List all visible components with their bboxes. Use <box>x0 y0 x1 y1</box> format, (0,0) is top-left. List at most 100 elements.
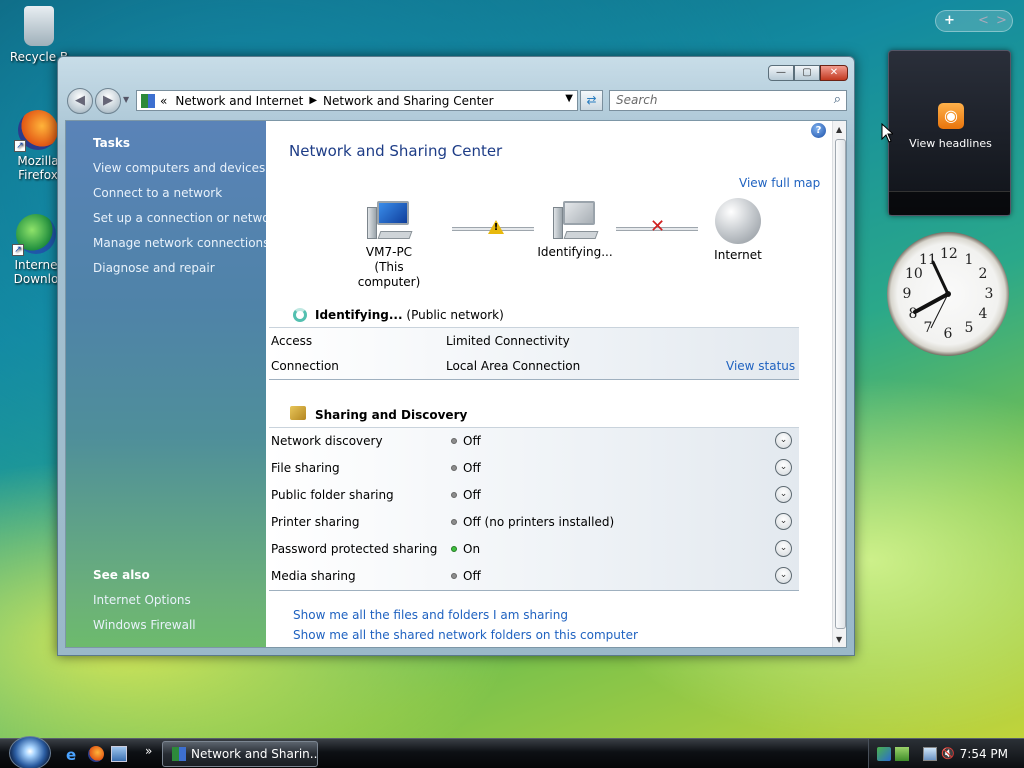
sharing-row-file-sharing[interactable]: File sharing Off ⌄ <box>269 455 799 481</box>
disconnected-x-icon[interactable]: ✕ <box>650 216 665 237</box>
sidebar-prev-button[interactable]: < <box>978 13 989 28</box>
task-pane: Tasks View computers and devices Connect… <box>66 121 281 647</box>
status-off-icon <box>451 519 457 525</box>
back-button[interactable]: ◀ <box>67 88 93 114</box>
sharing-row-network-discovery[interactable]: Network discovery Off ⌄ <box>269 428 799 454</box>
sharing-row-public-folder[interactable]: Public folder sharing Off ⌄ <box>269 482 799 508</box>
start-button[interactable] <box>9 736 51 768</box>
address-bar[interactable]: « Network and Internet ▶ Network and Sha… <box>136 90 578 111</box>
window-controls: — ▢ ✕ <box>768 65 848 81</box>
task-manage-connections[interactable]: Manage network connections <box>93 236 269 250</box>
access-label: Access <box>271 334 313 348</box>
close-button[interactable]: ✕ <box>820 65 848 81</box>
expand-network-discovery-button[interactable]: ⌄ <box>775 432 792 449</box>
page-title: Network and Sharing Center <box>289 142 503 160</box>
status-off-icon <box>451 465 457 471</box>
taskbar: e » Network and Sharin... 🔇 7:54 PM <box>0 736 1024 768</box>
forward-button[interactable]: ▶ <box>95 88 121 114</box>
expand-public-folder-button[interactable]: ⌄ <box>775 486 792 503</box>
internet-label: Internet <box>714 248 762 262</box>
network-type: (Public network) <box>406 308 504 322</box>
scroll-thumb[interactable] <box>835 139 846 629</box>
status-on-icon <box>451 546 457 552</box>
see-also-header: See also <box>93 568 150 582</box>
feed-headlines-gadget[interactable]: ◉ View headlines <box>888 50 1011 216</box>
main-content: ? Network and Sharing Center View full m… <box>266 121 832 647</box>
recent-pages-dropdown[interactable]: ▼ <box>123 95 129 104</box>
taskbar-network-sharing-button[interactable]: Network and Sharin... <box>162 741 318 767</box>
tray-clock[interactable]: 7:54 PM <box>960 747 1008 761</box>
map-node-computer[interactable]: VM7-PC (This computer) <box>344 201 434 290</box>
gadget-footer <box>889 191 1010 215</box>
network-name-status: Identifying... <box>315 308 403 322</box>
breadcrumb-overflow[interactable]: « <box>160 94 167 108</box>
sidebar-controls: + < > <box>935 10 1013 32</box>
expand-file-sharing-button[interactable]: ⌄ <box>775 459 792 476</box>
search-icon[interactable]: ⌕ <box>834 92 841 107</box>
view-full-map-link[interactable]: View full map <box>739 176 820 190</box>
view-status-link[interactable]: View status <box>726 359 795 373</box>
firefox-quicklaunch-icon[interactable] <box>88 746 104 762</box>
network-status-title: Identifying... (Public network) <box>315 308 504 322</box>
sharing-discovery-title: Sharing and Discovery <box>315 408 468 422</box>
refresh-button[interactable]: ⇄ <box>580 90 603 111</box>
quicklaunch-overflow[interactable]: » <box>145 744 152 758</box>
scroll-down-icon[interactable]: ▼ <box>836 635 842 644</box>
show-shared-files-link[interactable]: Show me all the files and folders I am s… <box>293 608 568 622</box>
search-placeholder: Search <box>616 93 658 107</box>
map-node-network[interactable]: Identifying... <box>530 201 620 260</box>
help-icon[interactable]: ? <box>811 123 826 138</box>
task-view-computers[interactable]: View computers and devices <box>93 161 265 175</box>
breadcrumb-network-sharing-center[interactable]: Network and Sharing Center <box>323 94 494 108</box>
view-headlines-label[interactable]: View headlines <box>889 137 1012 150</box>
sharing-discovery-icon <box>290 406 306 420</box>
clock-gadget[interactable]: 12 1 2 3 4 5 6 7 8 9 10 11 <box>887 232 1009 356</box>
internet-explorer-icon[interactable]: e <box>66 746 82 764</box>
map-node-internet[interactable]: Internet <box>693 198 783 263</box>
task-diagnose-repair[interactable]: Diagnose and repair <box>93 261 215 275</box>
breadcrumb-network-internet[interactable]: Network and Internet <box>175 94 303 108</box>
see-also-windows-firewall[interactable]: Windows Firewall <box>93 618 196 632</box>
tray-safely-remove-icon[interactable] <box>877 747 891 761</box>
sidebar-next-button[interactable]: > <box>996 13 1007 28</box>
sharing-row-media-sharing[interactable]: Media sharing Off ⌄ <box>269 563 799 589</box>
tray-app-icon[interactable] <box>895 747 909 761</box>
tray-network-icon[interactable] <box>923 747 937 761</box>
shortcut-arrow-icon: ↗ <box>12 244 24 256</box>
status-off-icon <box>451 492 457 498</box>
expand-printer-sharing-button[interactable]: ⌄ <box>775 513 792 530</box>
sharing-row-printer-sharing[interactable]: Printer sharing Off (no printers install… <box>269 509 799 535</box>
address-dropdown-icon[interactable]: ▼ <box>565 93 573 104</box>
task-connect-network[interactable]: Connect to a network <box>93 186 222 200</box>
show-desktop-icon[interactable] <box>111 746 127 762</box>
status-row-access: Access Limited Connectivity <box>269 328 799 354</box>
rss-feed-icon: ◉ <box>938 103 964 129</box>
minimize-button[interactable]: — <box>768 65 794 81</box>
network-icon <box>553 201 599 241</box>
expand-password-protected-button[interactable]: ⌄ <box>775 540 792 557</box>
status-off-icon <box>451 573 457 579</box>
network-center-icon <box>141 93 155 108</box>
internet-globe-icon <box>715 198 761 244</box>
scroll-up-icon[interactable]: ▲ <box>836 125 842 134</box>
network-sharing-center-window[interactable]: — ▢ ✕ ◀ ▶ ▼ « Network and Internet ▶ Net… <box>57 56 855 656</box>
breadcrumb-separator-icon[interactable]: ▶ <box>309 95 317 106</box>
shortcut-arrow-icon: ↗ <box>14 140 26 152</box>
tray-volume-muted-icon[interactable]: 🔇 <box>941 747 955 761</box>
maximize-button[interactable]: ▢ <box>794 65 820 81</box>
access-value: Limited Connectivity <box>446 334 570 348</box>
network-name: Identifying... <box>537 245 613 259</box>
computer-name: VM7-PC <box>365 245 413 259</box>
clock-hands <box>913 260 951 329</box>
add-gadget-button[interactable]: + <box>944 13 955 28</box>
show-shared-folders-link[interactable]: Show me all the shared network folders o… <box>293 628 638 642</box>
see-also-internet-options[interactable]: Internet Options <box>93 593 191 607</box>
search-input[interactable]: Search ⌕ <box>609 90 847 111</box>
download-manager-icon: ↗ <box>12 214 56 256</box>
network-center-icon <box>172 747 186 761</box>
window-client-area: Tasks View computers and devices Connect… <box>65 120 847 648</box>
vertical-scrollbar[interactable]: ▲ ▼ <box>832 121 846 647</box>
expand-media-sharing-button[interactable]: ⌄ <box>775 567 792 584</box>
task-setup-connection[interactable]: Set up a connection or network <box>93 211 281 225</box>
sharing-row-password-protected[interactable]: Password protected sharing On ⌄ <box>269 536 799 562</box>
